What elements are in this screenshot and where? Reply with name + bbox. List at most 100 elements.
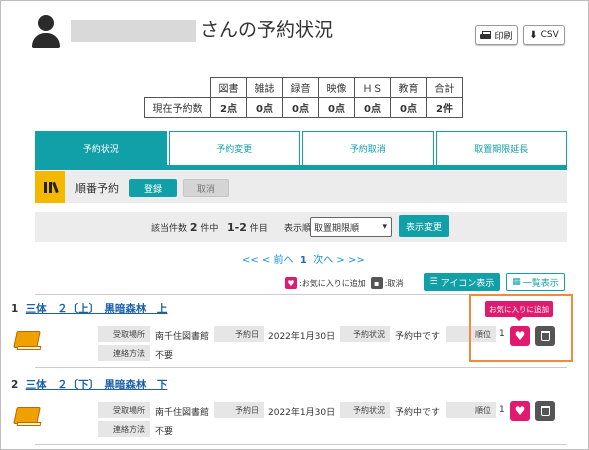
pickup-value: 南千住図書館	[155, 332, 210, 342]
item-title-link[interactable]: 三体 ２〔上〕 黒暗森林 上	[26, 303, 168, 315]
summary-corner	[145, 78, 211, 98]
order-reservation-bar: 順番予約 登録 取消	[35, 171, 567, 203]
status-label: 予約状況	[340, 402, 390, 418]
filter-bar: 該当件数 2 件中 1-2 件目 表示順 取置期限順 ▾ 表示変更	[35, 212, 567, 242]
item-title-row: 1 三体 ２〔上〕 黒暗森林 上	[11, 301, 167, 316]
contact-label: 連絡方法	[98, 345, 150, 361]
status-value: 予約中です	[395, 408, 441, 418]
favorite-tooltip: お気に入りに追加	[485, 301, 553, 321]
user-icon	[29, 14, 63, 48]
contact-value: 不要	[155, 351, 174, 361]
summary-header-row: 図書 雑誌 録音 映像 ＨＳ 教育 合計	[145, 77, 463, 98]
reserved-date-value: 2022年1月30日	[268, 408, 336, 418]
reserved-date-value: 2022年1月30日	[268, 332, 336, 342]
item-title-link[interactable]: 三体 ２〔下〕 黒暗森林 下	[26, 379, 168, 391]
tab-underline	[35, 165, 567, 170]
download-icon: ⬇	[529, 29, 538, 41]
divider	[35, 367, 567, 368]
print-label: 印刷	[494, 31, 513, 42]
pager-next[interactable]: 次へ	[313, 255, 333, 266]
books-icon	[35, 171, 65, 203]
summary-header: 映像	[318, 77, 355, 98]
reserved-date-label: 予約日	[214, 402, 264, 418]
pagination: << < 前へ 1 次へ > >>	[242, 251, 365, 266]
count-prefix: 該当件数	[151, 224, 188, 234]
sort-label: 表示順	[284, 224, 312, 234]
reservation-summary-table: 図書 雑誌 録音 映像 ＨＳ 教育 合計 現在予約数 2点 0点 0点 0点 0…	[144, 77, 463, 118]
print-button[interactable]: 印刷	[475, 25, 518, 45]
summary-value: 0点	[282, 97, 319, 118]
cancel-reservation-button[interactable]	[535, 401, 555, 421]
icon-view-label: アイコン表示	[440, 278, 495, 289]
divider	[35, 444, 567, 445]
pager-first[interactable]: <<	[242, 255, 259, 266]
trash-icon	[540, 406, 550, 416]
csv-button[interactable]: ⬇ CSV	[523, 25, 565, 45]
count-range: 1-2	[227, 221, 247, 234]
grid-icon: ▦	[512, 277, 521, 287]
book-icon	[13, 329, 42, 351]
printer-icon	[480, 30, 492, 40]
trash-icon: ▪	[370, 277, 383, 289]
summary-row-label: 現在予約数	[144, 97, 211, 118]
count-unit: 件中	[200, 224, 219, 234]
icon-legend: ♥ :お気に入りに追加 ▪ :取消	[285, 277, 403, 289]
summary-header: 図書	[210, 77, 247, 98]
chevron-down-icon: ▾	[382, 222, 387, 232]
tab-hold-extension[interactable]: 取置期限延長	[435, 131, 567, 165]
csv-label: CSV	[540, 30, 559, 40]
summary-header: 録音	[282, 77, 319, 98]
pager-prev-symbol[interactable]: <	[262, 255, 270, 266]
favorite-button[interactable]: ♥	[510, 401, 530, 421]
icon-view-button[interactable]: ☰ アイコン表示	[424, 273, 500, 291]
masked-user-name	[71, 20, 196, 42]
order-label: 順番予約	[75, 182, 119, 195]
result-count: 該当件数 2 件中 1-2 件目	[151, 221, 268, 234]
tab-reservation-change[interactable]: 予約変更	[168, 131, 300, 165]
status-value: 予約中です	[395, 332, 441, 342]
list-view-button[interactable]: ▦ 一覧表示	[506, 273, 565, 291]
book-icon	[13, 405, 42, 427]
rank-value: 1	[499, 405, 505, 415]
pager-last[interactable]: >>	[348, 255, 365, 266]
summary-value: 2件	[426, 97, 463, 118]
pickup-label: 受取場所	[98, 402, 150, 418]
pickup-value: 南千住図書館	[155, 408, 210, 418]
summary-value: 0点	[318, 97, 355, 118]
tab-reservation-status[interactable]: 予約状況	[35, 131, 167, 165]
list-icon: ☰	[429, 277, 438, 287]
pager-prev[interactable]: 前へ	[274, 255, 294, 266]
reserved-date-label: 予約日	[214, 326, 264, 342]
item-title-row: 2 三体 ２〔下〕 黒暗森林 下	[11, 377, 167, 392]
legend-cancel-text: :取消	[384, 278, 404, 288]
register-button[interactable]: 登録	[129, 179, 177, 197]
contact-value: 不要	[155, 427, 174, 437]
user-header	[29, 14, 63, 48]
summary-values-row: 現在予約数 2点 0点 0点 0点 0点 0点 2件	[144, 97, 463, 118]
sort-value: 取置期限順	[314, 223, 360, 234]
summary-value: 2点	[210, 97, 247, 118]
item-number: 1	[11, 303, 19, 315]
item-number: 2	[11, 379, 19, 391]
summary-value: 0点	[354, 97, 391, 118]
heart-icon: ♥	[514, 404, 526, 418]
sort-select[interactable]: 取置期限順 ▾	[310, 217, 392, 237]
heart-icon: ♥	[285, 277, 297, 289]
page-title: さんの予約状況	[200, 19, 334, 41]
rank-label: 順位	[446, 402, 496, 418]
summary-header: 雑誌	[246, 77, 283, 98]
tab-reservation-cancel[interactable]: 予約取消	[302, 131, 434, 165]
pickup-label: 受取場所	[98, 326, 150, 342]
apply-display-button[interactable]: 表示変更	[399, 215, 449, 237]
page: さんの予約状況 印刷 ⬇ CSV 図書 雑誌 録音 映像 ＨＳ 教育 合計 現在…	[0, 0, 589, 450]
summary-header: 合計	[426, 77, 463, 98]
status-label: 予約状況	[340, 326, 390, 342]
summary-header: ＨＳ	[354, 77, 391, 98]
pager-next-symbol[interactable]: >	[336, 255, 344, 266]
list-view-label: 一覧表示	[522, 278, 559, 289]
pager-current-page: 1	[299, 255, 307, 266]
legend-favorite-text: :お気に入りに追加	[299, 278, 366, 288]
order-cancel-button[interactable]: 取消	[183, 179, 229, 197]
summary-value: 0点	[246, 97, 283, 118]
range-unit: 件目	[249, 224, 268, 234]
